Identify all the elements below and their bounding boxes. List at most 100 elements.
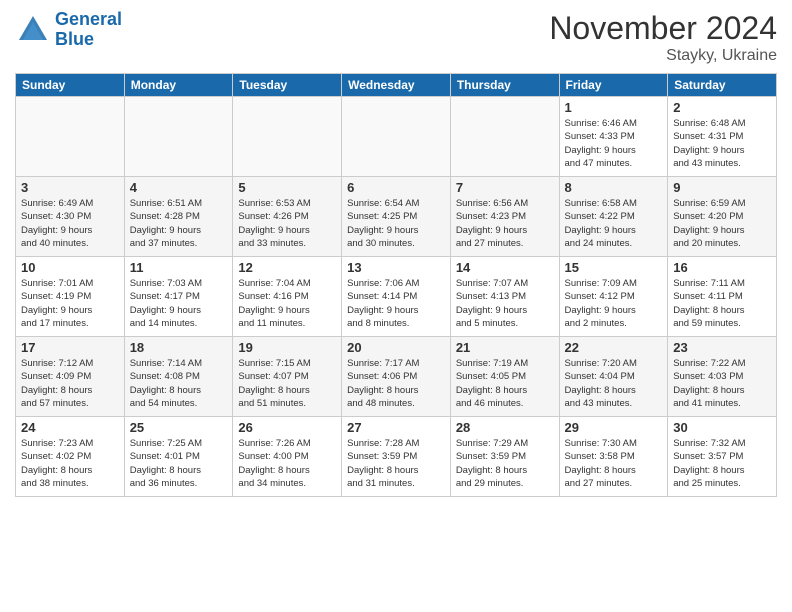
calendar-cell: 1 Sunrise: 6:46 AM Sunset: 4:33 PM Daylig…	[559, 97, 668, 177]
day-info: Sunrise: 7:19 AM Sunset: 4:05 PM Dayligh…	[456, 357, 554, 410]
day-info: Sunrise: 6:48 AM Sunset: 4:31 PM Dayligh…	[673, 117, 771, 170]
calendar-cell: 25Sunrise: 7:25 AM Sunset: 4:01 PM Dayli…	[124, 417, 233, 497]
calendar-cell: 28Sunrise: 7:29 AM Sunset: 3:59 PM Dayli…	[450, 417, 559, 497]
day-number: 24	[21, 420, 119, 435]
calendar-cell: 12 Sunrise: 7:04 AM Sunset: 4:16 PM Dayli…	[233, 257, 342, 337]
logo-text: General Blue	[55, 10, 122, 50]
calendar-cell: 15Sunrise: 7:09 AM Sunset: 4:12 PM Dayli…	[559, 257, 668, 337]
calendar-cell	[233, 97, 342, 177]
day-info: Sunrise: 7:11 AM Sunset: 4:11 PM Dayligh…	[673, 277, 771, 330]
day-number: 4	[130, 180, 228, 195]
day-info: Sunrise: 7:32 AM Sunset: 3:57 PM Dayligh…	[673, 437, 771, 490]
calendar: SundayMondayTuesdayWednesdayThursdayFrid…	[15, 73, 777, 497]
calendar-cell: 13Sunrise: 7:06 AM Sunset: 4:14 PM Dayli…	[342, 257, 451, 337]
calendar-header-row: SundayMondayTuesdayWednesdayThursdayFrid…	[16, 74, 777, 97]
calendar-cell: 19 Sunrise: 7:15 AM Sunset: 4:07 PM Dayli…	[233, 337, 342, 417]
logo-icon	[15, 12, 51, 48]
day-header-tuesday: Tuesday	[233, 74, 342, 97]
calendar-cell	[16, 97, 125, 177]
day-number: 26	[238, 420, 336, 435]
calendar-cell: 6 Sunrise: 6:54 AM Sunset: 4:25 PM Daylig…	[342, 177, 451, 257]
day-number: 1	[565, 100, 663, 115]
day-info: Sunrise: 7:22 AM Sunset: 4:03 PM Dayligh…	[673, 357, 771, 410]
calendar-cell	[450, 97, 559, 177]
day-header-saturday: Saturday	[668, 74, 777, 97]
day-number: 16	[673, 260, 771, 275]
calendar-week-4: 17 Sunrise: 7:12 AM Sunset: 4:09 PM Dayli…	[16, 337, 777, 417]
day-header-friday: Friday	[559, 74, 668, 97]
calendar-cell: 4Sunrise: 6:51 AM Sunset: 4:28 PM Daylig…	[124, 177, 233, 257]
day-info: Sunrise: 7:17 AM Sunset: 4:06 PM Dayligh…	[347, 357, 445, 410]
day-info: Sunrise: 7:07 AM Sunset: 4:13 PM Dayligh…	[456, 277, 554, 330]
day-info: Sunrise: 7:26 AM Sunset: 4:00 PM Dayligh…	[238, 437, 336, 490]
calendar-week-5: 24 Sunrise: 7:23 AM Sunset: 4:02 PM Dayli…	[16, 417, 777, 497]
day-number: 19	[238, 340, 336, 355]
day-number: 5	[238, 180, 336, 195]
day-info: Sunrise: 6:49 AM Sunset: 4:30 PM Dayligh…	[21, 197, 119, 250]
day-number: 11	[130, 260, 228, 275]
day-info: Sunrise: 7:12 AM Sunset: 4:09 PM Dayligh…	[21, 357, 119, 410]
day-number: 18	[130, 340, 228, 355]
day-number: 8	[565, 180, 663, 195]
day-number: 7	[456, 180, 554, 195]
day-number: 14	[456, 260, 554, 275]
day-info: Sunrise: 7:14 AM Sunset: 4:08 PM Dayligh…	[130, 357, 228, 410]
day-info: Sunrise: 7:01 AM Sunset: 4:19 PM Dayligh…	[21, 277, 119, 330]
calendar-cell: 9 Sunrise: 6:59 AM Sunset: 4:20 PM Daylig…	[668, 177, 777, 257]
logo-line1: General	[55, 9, 122, 29]
day-number: 13	[347, 260, 445, 275]
calendar-cell: 16 Sunrise: 7:11 AM Sunset: 4:11 PM Dayli…	[668, 257, 777, 337]
location: Stayky, Ukraine	[549, 47, 777, 65]
calendar-week-3: 10 Sunrise: 7:01 AM Sunset: 4:19 PM Dayli…	[16, 257, 777, 337]
day-number: 22	[565, 340, 663, 355]
calendar-cell: 26 Sunrise: 7:26 AM Sunset: 4:00 PM Dayli…	[233, 417, 342, 497]
calendar-cell: 20Sunrise: 7:17 AM Sunset: 4:06 PM Dayli…	[342, 337, 451, 417]
day-info: Sunrise: 7:25 AM Sunset: 4:01 PM Dayligh…	[130, 437, 228, 490]
calendar-cell	[124, 97, 233, 177]
calendar-cell: 21 Sunrise: 7:19 AM Sunset: 4:05 PM Dayli…	[450, 337, 559, 417]
day-info: Sunrise: 6:53 AM Sunset: 4:26 PM Dayligh…	[238, 197, 336, 250]
day-number: 23	[673, 340, 771, 355]
day-info: Sunrise: 7:04 AM Sunset: 4:16 PM Dayligh…	[238, 277, 336, 330]
day-info: Sunrise: 6:54 AM Sunset: 4:25 PM Dayligh…	[347, 197, 445, 250]
day-info: Sunrise: 7:03 AM Sunset: 4:17 PM Dayligh…	[130, 277, 228, 330]
calendar-cell: 27 Sunrise: 7:28 AM Sunset: 3:59 PM Dayli…	[342, 417, 451, 497]
day-number: 10	[21, 260, 119, 275]
day-header-thursday: Thursday	[450, 74, 559, 97]
calendar-cell: 11 Sunrise: 7:03 AM Sunset: 4:17 PM Dayli…	[124, 257, 233, 337]
calendar-cell: 8 Sunrise: 6:58 AM Sunset: 4:22 PM Daylig…	[559, 177, 668, 257]
day-info: Sunrise: 6:59 AM Sunset: 4:20 PM Dayligh…	[673, 197, 771, 250]
day-info: Sunrise: 7:30 AM Sunset: 3:58 PM Dayligh…	[565, 437, 663, 490]
day-number: 29	[565, 420, 663, 435]
calendar-cell	[342, 97, 451, 177]
header: General Blue November 2024 Stayky, Ukrai…	[15, 10, 777, 65]
calendar-cell: 24 Sunrise: 7:23 AM Sunset: 4:02 PM Dayli…	[16, 417, 125, 497]
day-number: 27	[347, 420, 445, 435]
calendar-cell: 3Sunrise: 6:49 AM Sunset: 4:30 PM Daylig…	[16, 177, 125, 257]
calendar-cell: 29 Sunrise: 7:30 AM Sunset: 3:58 PM Dayli…	[559, 417, 668, 497]
day-number: 2	[673, 100, 771, 115]
calendar-cell: 18 Sunrise: 7:14 AM Sunset: 4:08 PM Dayli…	[124, 337, 233, 417]
day-number: 17	[21, 340, 119, 355]
day-info: Sunrise: 7:20 AM Sunset: 4:04 PM Dayligh…	[565, 357, 663, 410]
calendar-cell: 23 Sunrise: 7:22 AM Sunset: 4:03 PM Dayli…	[668, 337, 777, 417]
day-info: Sunrise: 7:09 AM Sunset: 4:12 PM Dayligh…	[565, 277, 663, 330]
day-info: Sunrise: 7:28 AM Sunset: 3:59 PM Dayligh…	[347, 437, 445, 490]
day-info: Sunrise: 6:58 AM Sunset: 4:22 PM Dayligh…	[565, 197, 663, 250]
day-info: Sunrise: 7:15 AM Sunset: 4:07 PM Dayligh…	[238, 357, 336, 410]
day-header-wednesday: Wednesday	[342, 74, 451, 97]
day-header-monday: Monday	[124, 74, 233, 97]
day-header-sunday: Sunday	[16, 74, 125, 97]
day-number: 12	[238, 260, 336, 275]
calendar-week-2: 3Sunrise: 6:49 AM Sunset: 4:30 PM Daylig…	[16, 177, 777, 257]
day-info: Sunrise: 7:23 AM Sunset: 4:02 PM Dayligh…	[21, 437, 119, 490]
day-number: 21	[456, 340, 554, 355]
day-number: 6	[347, 180, 445, 195]
day-info: Sunrise: 7:29 AM Sunset: 3:59 PM Dayligh…	[456, 437, 554, 490]
calendar-cell: 2 Sunrise: 6:48 AM Sunset: 4:31 PM Daylig…	[668, 97, 777, 177]
day-info: Sunrise: 6:46 AM Sunset: 4:33 PM Dayligh…	[565, 117, 663, 170]
day-info: Sunrise: 6:56 AM Sunset: 4:23 PM Dayligh…	[456, 197, 554, 250]
day-number: 9	[673, 180, 771, 195]
title-block: November 2024 Stayky, Ukraine	[549, 10, 777, 65]
calendar-cell: 17 Sunrise: 7:12 AM Sunset: 4:09 PM Dayli…	[16, 337, 125, 417]
